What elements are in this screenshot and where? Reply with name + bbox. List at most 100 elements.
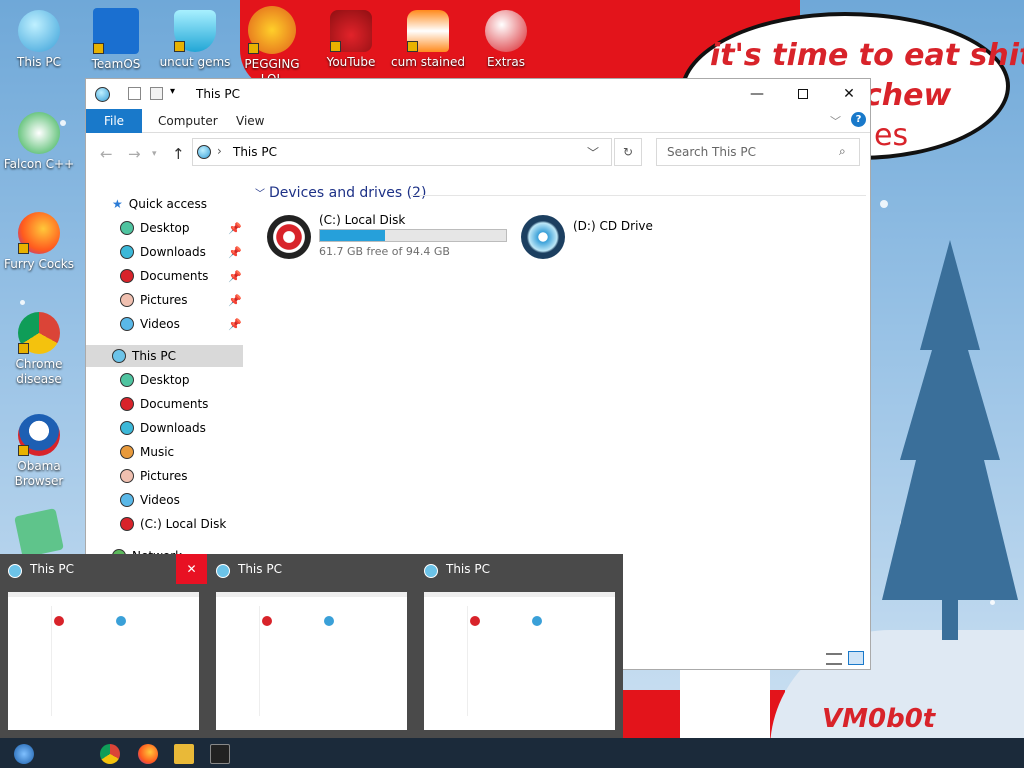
search-input[interactable]: Search This PC ⌕ — [656, 138, 860, 166]
back-arrow-icon[interactable]: ← — [100, 145, 113, 163]
desktop-icon-youtube[interactable]: YouTube — [311, 10, 391, 70]
drive-usage-bar — [319, 229, 507, 242]
nav-pc-music[interactable]: Music — [120, 441, 174, 463]
drive-name: (D:) CD Drive — [573, 219, 653, 233]
vlc-cone-icon — [407, 10, 449, 52]
maximize-icon — [798, 89, 808, 99]
forward-arrow-icon[interactable]: → — [128, 145, 141, 163]
nav-pc-desktop[interactable]: Desktop — [120, 369, 190, 391]
desktop-icon-uncut-gems[interactable]: uncut gems — [155, 10, 235, 70]
nav-pc-videos[interactable]: Videos — [120, 489, 180, 511]
this-pc-icon — [424, 564, 438, 578]
tab-computer[interactable]: Computer — [144, 109, 232, 133]
minimize-button[interactable]: — — [734, 79, 780, 109]
nav-item-pictures[interactable]: Pictures — [120, 289, 188, 311]
properties-icon[interactable] — [128, 87, 141, 100]
nav-label: Downloads — [140, 245, 206, 259]
drive-name: (C:) Local Disk — [319, 213, 406, 227]
new-folder-icon[interactable] — [150, 87, 163, 100]
desktop-icon-chrome-disease[interactable]: Chrome disease — [0, 312, 79, 387]
nav-pc-downloads[interactable]: Downloads — [120, 417, 206, 439]
maximize-button[interactable] — [780, 79, 826, 109]
address-bar[interactable]: › This PC ﹀ — [192, 138, 612, 166]
downloads-icon — [120, 245, 134, 259]
nav-this-pc[interactable]: This PC — [86, 345, 243, 367]
videos-icon — [120, 317, 134, 331]
nav-item-documents[interactable]: Documents — [120, 265, 208, 287]
details-view-icon[interactable] — [826, 653, 842, 665]
refresh-icon: ↻ — [622, 145, 634, 159]
nav-label: Videos — [140, 493, 180, 507]
desktop-icon-cum-stained[interactable]: cum stained — [388, 10, 468, 70]
nav-pc-pictures[interactable]: Pictures — [120, 465, 188, 487]
diamond-icon — [174, 10, 216, 52]
desktop-icon-label: Furry Cocks — [4, 257, 74, 271]
chevron-down-icon[interactable]: ▾ — [170, 86, 175, 97]
desktop-icon-label: TeamOS — [91, 57, 141, 71]
nav-label: Downloads — [140, 421, 206, 435]
desktop-icon-extras[interactable]: Extras — [466, 10, 546, 70]
desktop-icon-obama-browser[interactable]: Obama Browser — [0, 414, 79, 489]
drive-d[interactable]: (D:) CD Drive — [521, 211, 721, 267]
desktop-icon-label: Obama Browser — [14, 459, 64, 488]
close-icon: ✕ — [186, 562, 197, 576]
desktop-icon-this-pc[interactable]: This PC — [0, 10, 79, 70]
recent-locations-icon[interactable]: ▾ — [152, 149, 157, 159]
thumbnail-window-3[interactable]: This PC — [416, 554, 624, 738]
bubble-line-3: es — [874, 118, 909, 153]
desktop-icon-furry-cocks[interactable]: Furry Cocks — [0, 212, 79, 272]
desktop-icon-label: Extras — [487, 55, 525, 69]
tab-file[interactable]: File — [86, 109, 142, 133]
desktop-icon — [120, 221, 134, 235]
taskbar — [0, 738, 1024, 768]
chevron-down-icon[interactable]: ﹀ — [587, 144, 599, 161]
firefox-taskbar-icon[interactable] — [138, 744, 158, 764]
tab-view[interactable]: View — [222, 109, 278, 133]
nav-label: (C:) Local Disk — [140, 517, 227, 531]
search-icon: ⌕ — [839, 144, 846, 158]
christmas-tree-graphic — [882, 240, 1018, 640]
desktop-icon-pegging-lol[interactable]: PEGGING LOL — [232, 6, 312, 87]
desktop-icon-label: YouTube — [326, 55, 376, 69]
chrome-taskbar-icon[interactable] — [100, 744, 120, 764]
up-arrow-icon[interactable]: ↑ — [172, 145, 185, 163]
desktop-icon — [120, 373, 134, 387]
signature-text: VM0b0t — [822, 704, 936, 734]
nav-quick-access[interactable]: ★ Quick access — [112, 193, 207, 215]
start-button-icon[interactable] — [14, 744, 34, 764]
nav-pc-documents[interactable]: Documents — [120, 393, 208, 415]
title-bar[interactable]: ▾ This PC — ✕ — [86, 79, 870, 109]
close-button[interactable]: ✕ — [826, 79, 872, 109]
thumbnail-close-button[interactable]: ✕ — [176, 554, 207, 584]
local-disk-icon — [267, 215, 311, 259]
desktop-icon-teamos[interactable]: TeamOS — [76, 8, 156, 72]
angry-bird-icon — [330, 10, 372, 52]
drive-c[interactable]: (C:) Local Disk 61.7 GB free of 94.4 GB — [267, 211, 507, 267]
thumbnail-window-2[interactable]: This PC — [208, 554, 416, 738]
pictures-icon — [120, 469, 134, 483]
pin-icon: 📌 — [228, 246, 242, 259]
window-title: This PC — [196, 87, 240, 101]
this-pc-icon — [8, 564, 22, 578]
nav-item-downloads[interactable]: Downloads — [120, 241, 206, 263]
firefox-icon — [18, 212, 60, 254]
nav-item-videos[interactable]: Videos — [120, 313, 180, 335]
thumbnail-title: This PC — [30, 562, 74, 576]
help-icon[interactable]: ? — [851, 112, 866, 127]
large-icons-view-icon[interactable] — [848, 651, 864, 665]
desktop-icon-falcon-cpp[interactable]: Falcon C++ — [0, 112, 79, 172]
nav-pc-local-disk[interactable]: (C:) Local Disk — [120, 513, 226, 535]
desktop-icon-label: uncut gems — [159, 55, 231, 69]
nav-item-desktop[interactable]: Desktop — [120, 217, 190, 239]
pin-icon: 📌 — [228, 318, 242, 331]
this-pc-icon — [216, 564, 230, 578]
expand-ribbon-icon[interactable]: ﹀ — [830, 113, 841, 129]
desktop-icon-partial[interactable] — [0, 508, 79, 558]
pin-icon: 📌 — [228, 222, 242, 235]
peggle-icon — [248, 6, 296, 54]
refresh-button[interactable]: ↻ — [614, 138, 642, 166]
file-explorer-taskbar-icon[interactable] — [174, 744, 194, 764]
section-header[interactable]: ﹀ Devices and drives (2) — [255, 185, 426, 201]
cd-drive-icon — [521, 215, 565, 259]
epic-games-taskbar-icon[interactable] — [210, 744, 230, 764]
